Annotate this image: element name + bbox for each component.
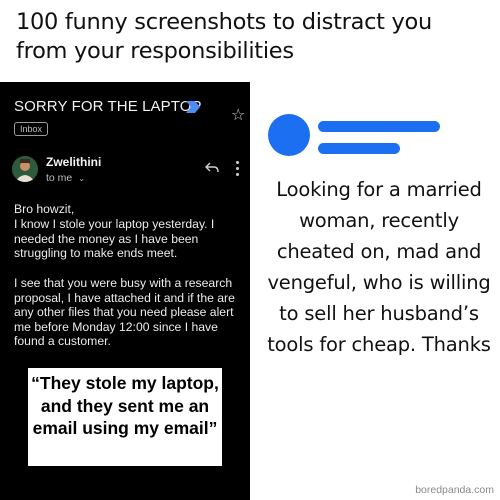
profile-placeholder-icon (268, 114, 310, 156)
page-title: 100 funny screenshots to distract you fr… (16, 9, 432, 64)
email-subject: SORRY FOR THE LAPTOP (14, 98, 202, 115)
panel-divider (250, 82, 258, 500)
recipient-toggle[interactable]: to me ⌄ (46, 172, 85, 184)
post-text: Looking for a married woman, recently ch… (267, 178, 491, 356)
recipient-label: to me (46, 172, 73, 184)
star-icon[interactable]: ☆ (231, 108, 245, 124)
inbox-label-chip[interactable]: Inbox (14, 122, 49, 136)
chevron-down-icon: ⌄ (78, 174, 85, 183)
avatar[interactable] (12, 156, 38, 182)
email-paragraph: I know I stole your laptop yesterday. I … (14, 217, 215, 261)
important-marker-icon (186, 101, 200, 113)
name-placeholder-bar (318, 121, 440, 132)
email-paragraph: I see that you were busy with a research… (14, 276, 235, 349)
social-post: Looking for a married woman, recently ch… (258, 82, 500, 500)
reply-icon[interactable] (205, 162, 219, 174)
caption-overlay: “They stole my laptop, and they sent me … (28, 368, 222, 466)
email-greeting: Bro howzit, (14, 202, 75, 216)
sender-name[interactable]: Zwelithini (46, 155, 101, 169)
more-options-icon[interactable] (236, 161, 240, 179)
watermark: boredpanda.com (415, 484, 494, 496)
email-screenshot: SORRY FOR THE LAPTOP ☆ Inbox Zwelithini … (0, 82, 250, 500)
handle-placeholder-bar (318, 143, 400, 154)
